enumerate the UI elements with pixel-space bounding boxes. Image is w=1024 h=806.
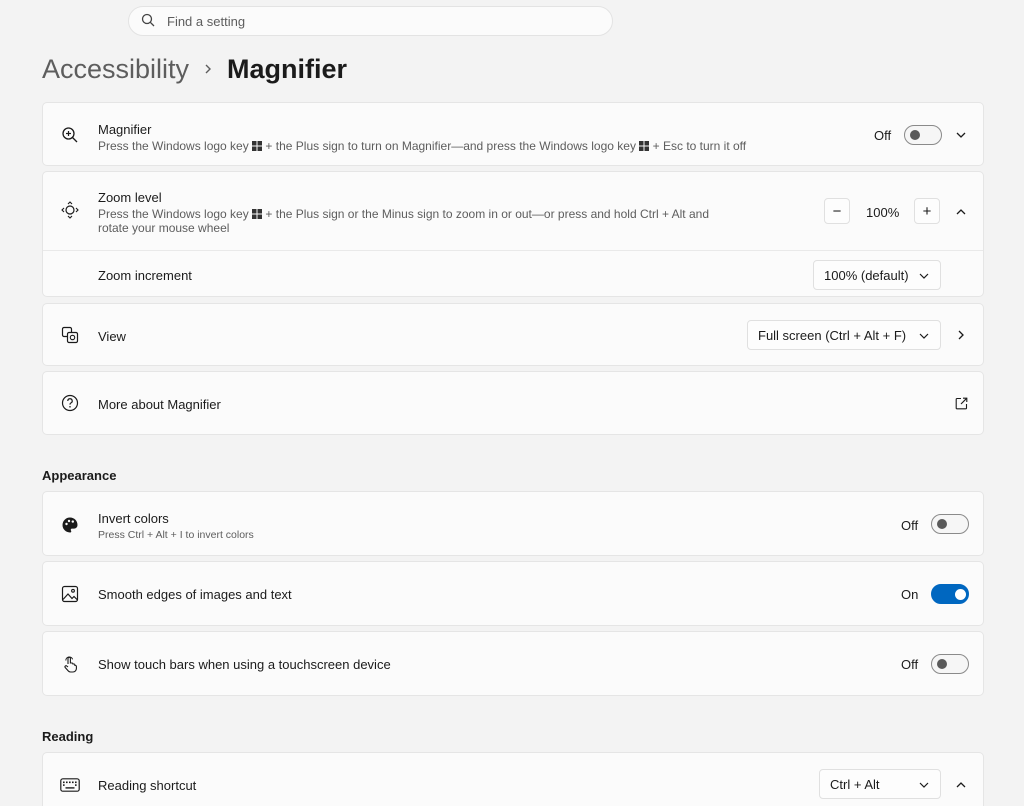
invert-colors-card[interactable]: Invert colors Press Ctrl + Alt + I to in… — [42, 491, 984, 556]
windows-logo-icon — [252, 209, 263, 219]
breadcrumb: Accessibility Magnifier — [42, 52, 347, 86]
zoom-in-button[interactable]: + — [914, 198, 940, 224]
zoom-value: 100% — [866, 205, 900, 220]
zoom-level-card: Zoom level Press the Windows logo key + … — [42, 171, 984, 297]
smooth-edges-card[interactable]: Smooth edges of images and text On — [42, 561, 984, 626]
magnifier-card[interactable]: Magnifier Press the Windows logo key + t… — [42, 102, 984, 166]
chevron-right-icon[interactable] — [954, 328, 968, 342]
view-dropdown[interactable]: Full screen (Ctrl + Alt + F) — [747, 320, 941, 350]
magnifier-toggle[interactable] — [904, 125, 942, 145]
open-external-icon[interactable] — [954, 396, 968, 410]
invert-colors-toggle[interactable] — [931, 514, 969, 534]
zoom-level-description: Press the Windows logo key + the Plus si… — [98, 207, 709, 235]
touch-bars-toggle[interactable] — [931, 654, 969, 674]
touch-bars-state-label: Off — [901, 657, 919, 672]
reading-heading: Reading — [42, 729, 94, 744]
search-input[interactable] — [167, 13, 567, 29]
chevron-down-icon[interactable] — [954, 128, 968, 142]
more-about-title: More about Magnifier — [98, 397, 221, 412]
reading-shortcut-value: Ctrl + Alt — [830, 776, 880, 792]
touch-bars-card[interactable]: Show touch bars when using a touchscreen… — [42, 631, 984, 696]
invert-colors-title: Invert colors — [98, 511, 169, 526]
view-title: View — [98, 329, 126, 344]
zoom-increment-label: Zoom increment — [98, 268, 192, 283]
search-box[interactable] — [128, 6, 613, 36]
smooth-edges-toggle[interactable] — [931, 584, 969, 604]
zoom-target-icon — [60, 200, 80, 220]
invert-colors-description: Press Ctrl + Alt + I to invert colors — [98, 529, 254, 541]
smooth-edges-state-label: On — [901, 587, 919, 602]
chevron-down-icon — [918, 270, 930, 282]
view-card[interactable]: View Full screen (Ctrl + Alt + F) — [42, 303, 984, 366]
magnifier-title: Magnifier — [98, 122, 152, 137]
invert-colors-state-label: Off — [901, 518, 919, 533]
windows-logo-icon — [252, 141, 263, 151]
zoom-increment-dropdown[interactable]: 100% (default) — [813, 260, 941, 290]
reading-shortcut-dropdown[interactable]: Ctrl + Alt — [819, 769, 941, 799]
chevron-up-icon[interactable] — [954, 778, 968, 792]
zoom-in-icon — [60, 125, 80, 145]
chevron-down-icon — [918, 779, 930, 791]
divider — [43, 250, 983, 251]
view-icon — [60, 325, 80, 345]
keyboard-icon — [60, 775, 80, 795]
appearance-heading: Appearance — [42, 468, 117, 483]
zoom-out-button[interactable]: − — [824, 198, 850, 224]
magnifier-state-label: Off — [874, 128, 892, 143]
image-icon — [60, 584, 80, 604]
touch-icon — [60, 654, 80, 674]
zoom-increment-value: 100% (default) — [824, 267, 909, 283]
chevron-down-icon — [918, 330, 930, 342]
search-icon — [141, 13, 157, 29]
reading-shortcut-title: Reading shortcut — [98, 778, 197, 793]
zoom-level-title: Zoom level — [98, 190, 162, 205]
windows-logo-icon — [639, 141, 650, 151]
reading-shortcut-card[interactable]: Reading shortcut Ctrl + Alt — [42, 752, 984, 806]
view-value: Full screen (Ctrl + Alt + F) — [758, 327, 907, 343]
palette-icon — [60, 515, 80, 535]
chevron-up-icon[interactable] — [954, 205, 968, 219]
smooth-edges-title: Smooth edges of images and text — [98, 587, 292, 602]
more-about-card[interactable]: More about Magnifier — [42, 371, 984, 435]
minus-icon: − — [832, 202, 842, 220]
help-icon — [60, 393, 80, 413]
page-title: Magnifier — [227, 53, 348, 84]
plus-icon: + — [922, 202, 932, 220]
breadcrumb-parent[interactable]: Accessibility — [42, 54, 189, 85]
touch-bars-title: Show touch bars when using a touchscreen… — [98, 657, 391, 672]
magnifier-description: Press the Windows logo key + the Plus si… — [98, 139, 747, 153]
chevron-right-icon — [203, 62, 213, 76]
